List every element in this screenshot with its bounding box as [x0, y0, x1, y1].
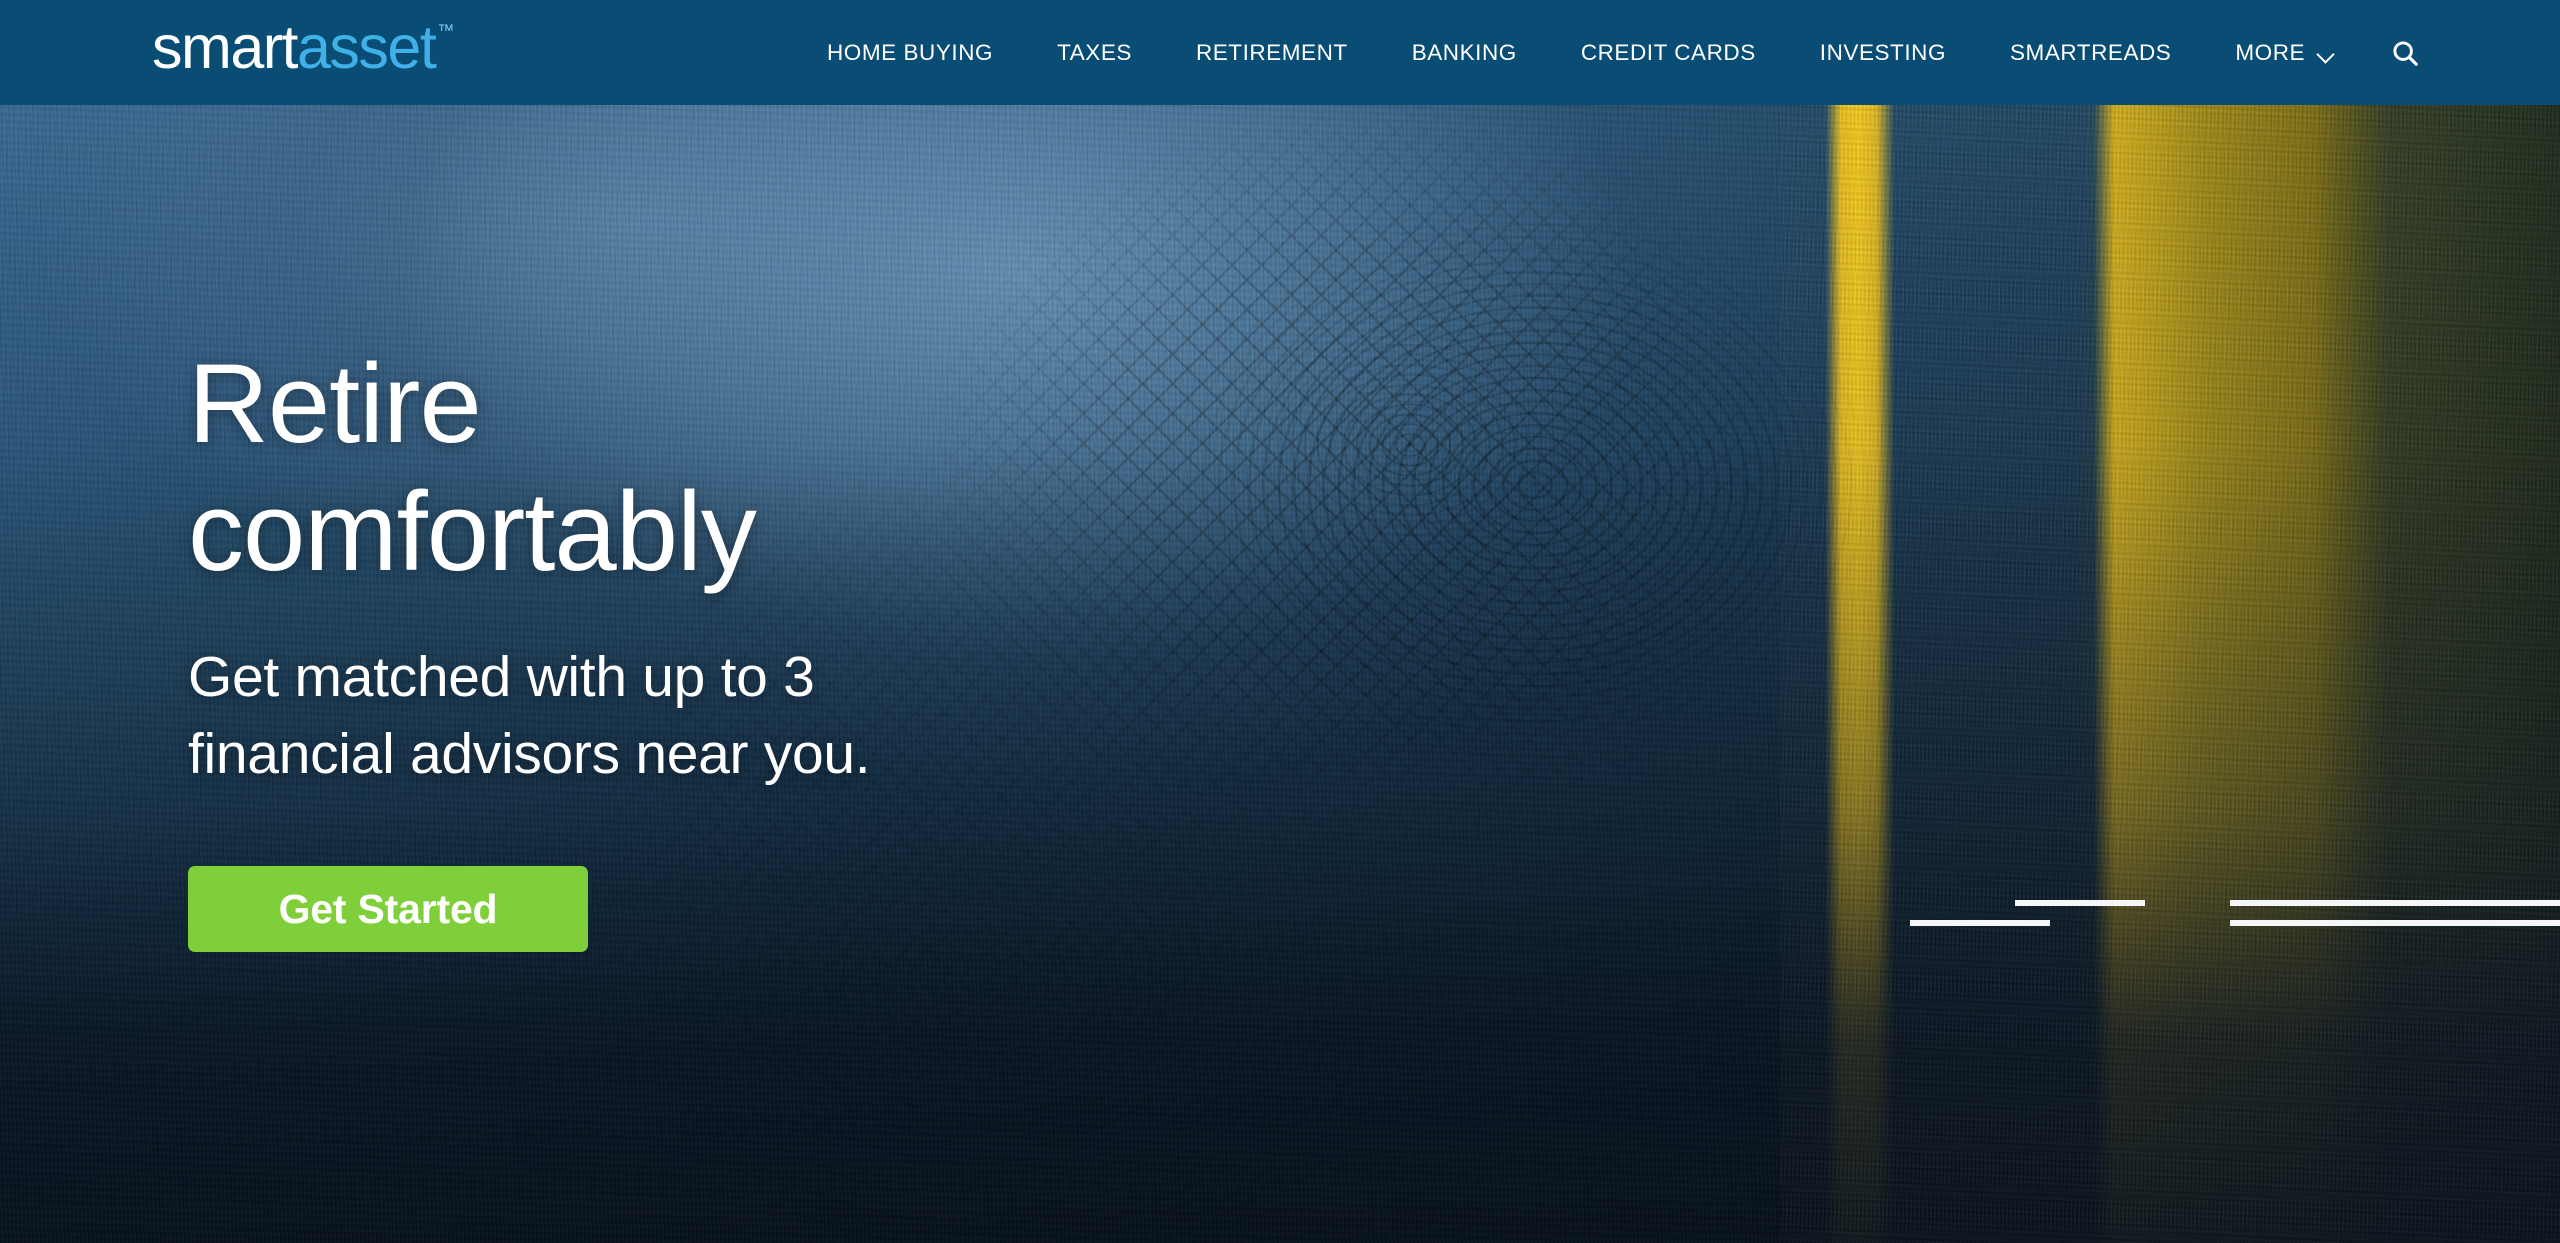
hero-headline: Retire comfortably	[188, 340, 1338, 595]
nav-label: CREDIT CARDS	[1580, 39, 1756, 65]
logo-text-asset: asset	[297, 13, 437, 81]
search-button[interactable]	[2382, 0, 2428, 105]
decorative-white-line	[2230, 900, 2560, 906]
trademark-symbol: ™	[437, 21, 455, 40]
nav-item-investing[interactable]: INVESTING	[1788, 0, 1978, 105]
brand-logo[interactable]: smartasset ™	[152, 17, 455, 78]
search-icon	[2393, 40, 2418, 66]
nav-item-retirement[interactable]: RETIREMENT	[1164, 0, 1380, 105]
hero-subheadline-line-2: financial advisors near you.	[188, 722, 871, 787]
chevron-down-icon	[2318, 46, 2334, 62]
nav-label: MORE	[2235, 39, 2306, 65]
nav-item-home-buying[interactable]: HOME BUYING	[795, 0, 1025, 105]
get-started-button[interactable]: Get Started	[188, 866, 588, 953]
hero-section: Retire comfortably Get matched with up t…	[0, 105, 2560, 1243]
decorative-white-line	[2015, 900, 2145, 906]
nav-item-smartreads[interactable]: SMARTREADS	[1978, 0, 2203, 105]
decorative-white-line	[2230, 920, 2560, 926]
hero-headline-line-1: Retire	[188, 341, 482, 466]
hero-bg-right-grain-2	[1780, 105, 2560, 1243]
hero-subheadline: Get matched with up to 3 financial advis…	[188, 639, 1338, 793]
hero-content: Retire comfortably Get matched with up t…	[188, 340, 1338, 953]
nav-label: RETIREMENT	[1195, 39, 1348, 65]
nav-item-more[interactable]: MORE	[2203, 0, 2360, 105]
nav-item-credit-cards[interactable]: CREDIT CARDS	[1549, 0, 1788, 105]
nav-label: SMARTREADS	[2010, 39, 2172, 65]
nav-label: TAXES	[1057, 39, 1132, 65]
nav-label: INVESTING	[1819, 39, 1946, 65]
decorative-white-line	[1910, 920, 2050, 926]
hero-headline-line-2: comfortably	[188, 468, 757, 594]
site-header: smartasset ™ HOME BUYING TAXES RETIREMEN…	[0, 0, 2560, 105]
nav-item-taxes[interactable]: TAXES	[1025, 0, 1164, 105]
nav-label: BANKING	[1411, 39, 1517, 65]
nav-item-banking[interactable]: BANKING	[1380, 0, 1549, 105]
hero-subheadline-line-1: Get matched with up to 3	[188, 645, 815, 710]
logo-text-smart: smart	[152, 13, 299, 81]
primary-navigation: HOME BUYING TAXES RETIREMENT BANKING CRE…	[795, 0, 2428, 105]
nav-label: HOME BUYING	[827, 39, 994, 65]
